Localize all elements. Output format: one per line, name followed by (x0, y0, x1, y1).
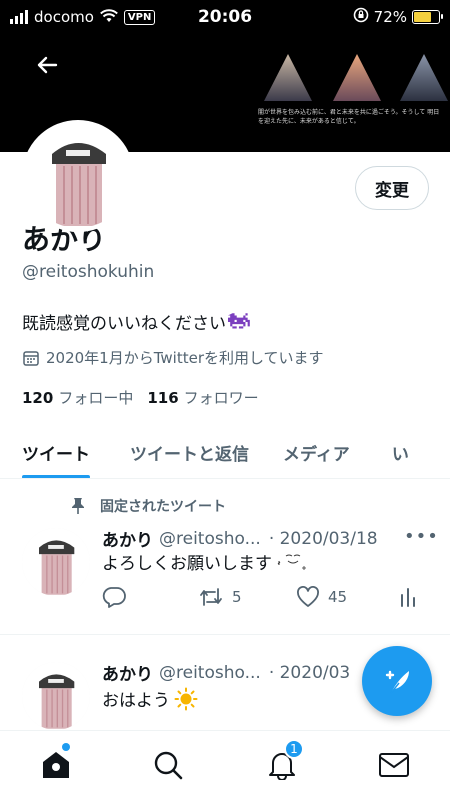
tweet-header: あかり @reitosho... · 2020/03/18 (102, 526, 378, 552)
tweet-body: おはよう (102, 686, 198, 711)
profile-avatar[interactable] (22, 120, 134, 232)
new-content-dot (62, 743, 70, 751)
orientation-lock-icon (353, 7, 369, 27)
nav-home[interactable] (38, 743, 74, 783)
status-bar: docomo VPN 20:06 72% (0, 0, 450, 34)
join-date-text: 2020年1月からTwitterを利用しています (46, 349, 324, 367)
tweet-text: おはよう (102, 691, 170, 711)
nav-search[interactable] (150, 747, 186, 783)
profile-bio: 既読感覚のいいねください (22, 309, 252, 334)
tweet-date[interactable]: · 2020/03/18 (269, 529, 378, 549)
tweet-text: よろしくお願いします (102, 554, 272, 574)
tweet-author-handle[interactable]: @reitosho... (159, 663, 261, 683)
pin-icon (72, 498, 84, 514)
tab-tweets[interactable]: ツイート (22, 425, 90, 478)
nav-notifications[interactable]: 1 (264, 739, 304, 783)
retweet-icon (200, 588, 222, 606)
analytics-button[interactable] (398, 586, 418, 608)
avatar-image (22, 662, 90, 730)
tweet-actions: 5 45 (102, 586, 422, 610)
like-button[interactable]: 45 (296, 586, 347, 608)
mail-icon (379, 753, 409, 777)
clock: 20:06 (197, 7, 253, 27)
pinned-label: 固定されたツイート (100, 499, 226, 515)
sun-icon (174, 687, 198, 710)
followers-link[interactable]: 116 フォロワー (147, 387, 258, 408)
tweet-divider (0, 634, 450, 635)
bottom-navigation: 1 (0, 730, 450, 800)
nav-messages[interactable] (376, 747, 412, 783)
retweet-count: 5 (232, 588, 242, 606)
follow-stats: 120 フォロー中 116 フォロワー (22, 387, 259, 408)
space-invader-icon (228, 312, 250, 329)
search-icon (154, 751, 183, 780)
edit-profile-button[interactable]: 変更 (355, 166, 429, 210)
username-handle: @reitoshokuhin (22, 262, 155, 282)
following-label: フォロー中 (58, 389, 134, 407)
banner-caption: 闇が世界を包み込む前に、君と未来を共に過ごそう。そうして 明日を迎えた先に、未来… (258, 109, 440, 125)
following-link[interactable]: 120 フォロー中 (22, 387, 133, 408)
tweet-avatar[interactable] (22, 528, 90, 596)
retweet-button[interactable]: 5 (198, 586, 242, 608)
calendar-icon (23, 350, 39, 366)
wifi-icon (100, 8, 118, 27)
arrow-left-icon (37, 56, 58, 74)
tab-likes[interactable]: い (392, 425, 409, 478)
banner-image (264, 54, 448, 101)
signal-icon (10, 10, 28, 24)
tab-media[interactable]: メディア (283, 425, 350, 478)
home-icon (43, 752, 69, 778)
tweet-header: あかり @reitosho... · 2020/03 (102, 660, 350, 686)
carrier-name: docomo (34, 8, 94, 26)
tweet-body: よろしくお願いします (102, 549, 308, 574)
notification-badge: 1 (284, 739, 304, 759)
pinned-indicator: 固定されたツイート (70, 496, 226, 516)
profile-tabs: ツイート ツイートと返信 メディア い (0, 425, 450, 479)
tweet-author-name[interactable]: あかり (102, 526, 153, 551)
tab-tweets-and-replies[interactable]: ツイートと返信 (130, 425, 249, 478)
heart-icon (297, 586, 319, 607)
join-date: 2020年1月からTwitterを利用しています (22, 347, 324, 368)
compose-tweet-button[interactable] (362, 646, 432, 716)
following-count: 120 (22, 389, 54, 407)
compose-feather-icon (385, 670, 409, 694)
more-options-button[interactable]: ••• (404, 526, 439, 547)
avatar-image (22, 528, 90, 596)
tweet-author-name[interactable]: あかり (102, 660, 153, 685)
vpn-badge: VPN (123, 9, 156, 25)
reply-icon (102, 587, 126, 608)
kaomoji-icon (277, 554, 306, 570)
reply-button[interactable] (102, 586, 126, 608)
tweet-avatar[interactable] (22, 662, 90, 730)
tweet-author-handle[interactable]: @reitosho... (159, 529, 261, 549)
tweet-date[interactable]: · 2020/03 (269, 663, 350, 683)
battery-icon (412, 10, 443, 24)
followers-label: フォロワー (183, 389, 259, 407)
battery-percent: 72% (373, 8, 407, 26)
avatar-image (26, 124, 130, 228)
like-count: 45 (328, 588, 348, 606)
analytics-icon (401, 588, 415, 607)
bio-text: 既読感覚のいいねください (22, 314, 226, 334)
followers-count: 116 (147, 389, 179, 407)
back-button[interactable] (30, 48, 64, 82)
